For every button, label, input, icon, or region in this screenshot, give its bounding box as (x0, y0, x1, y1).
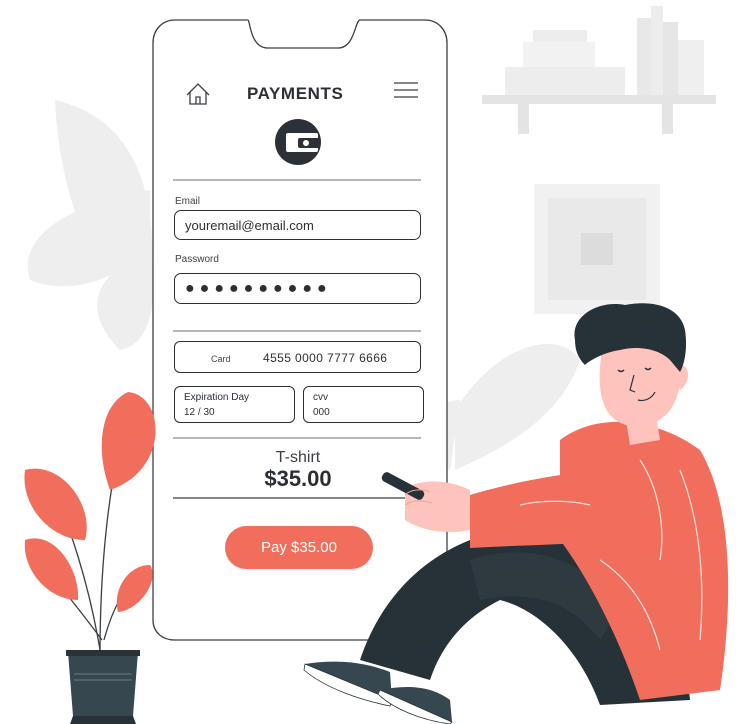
cvv-label: cvv (313, 392, 328, 403)
payment-screen: PAYMENTS Email youremail@email.com Passw… (0, 0, 749, 724)
email-field[interactable]: youremail@email.com (174, 210, 421, 240)
expiration-label: Expiration Day (184, 392, 250, 403)
card-number-value: 4555 0000 7777 6666 (263, 351, 388, 365)
pay-button[interactable]: Pay $35.00 (225, 526, 373, 569)
card-label: Card (211, 354, 231, 364)
expiration-value: 12 / 30 (184, 407, 215, 418)
expiration-field[interactable]: Expiration Day 12 / 30 (174, 386, 295, 423)
order-price: $35.00 (264, 466, 332, 491)
password-field[interactable]: ●●●●●●●●●● (174, 273, 421, 304)
page-title: PAYMENTS (247, 84, 344, 103)
card-number-field[interactable]: Card 4555 0000 7777 6666 (174, 341, 421, 373)
email-label: Email (175, 196, 201, 207)
product-name: T-shirt (275, 449, 321, 466)
password-label: Password (175, 254, 219, 265)
cvv-field[interactable]: cvv 000 (303, 386, 424, 423)
cvv-value: 000 (313, 407, 330, 418)
password-value: ●●●●●●●●●● (185, 280, 332, 297)
email-value: youremail@email.com (185, 218, 314, 233)
